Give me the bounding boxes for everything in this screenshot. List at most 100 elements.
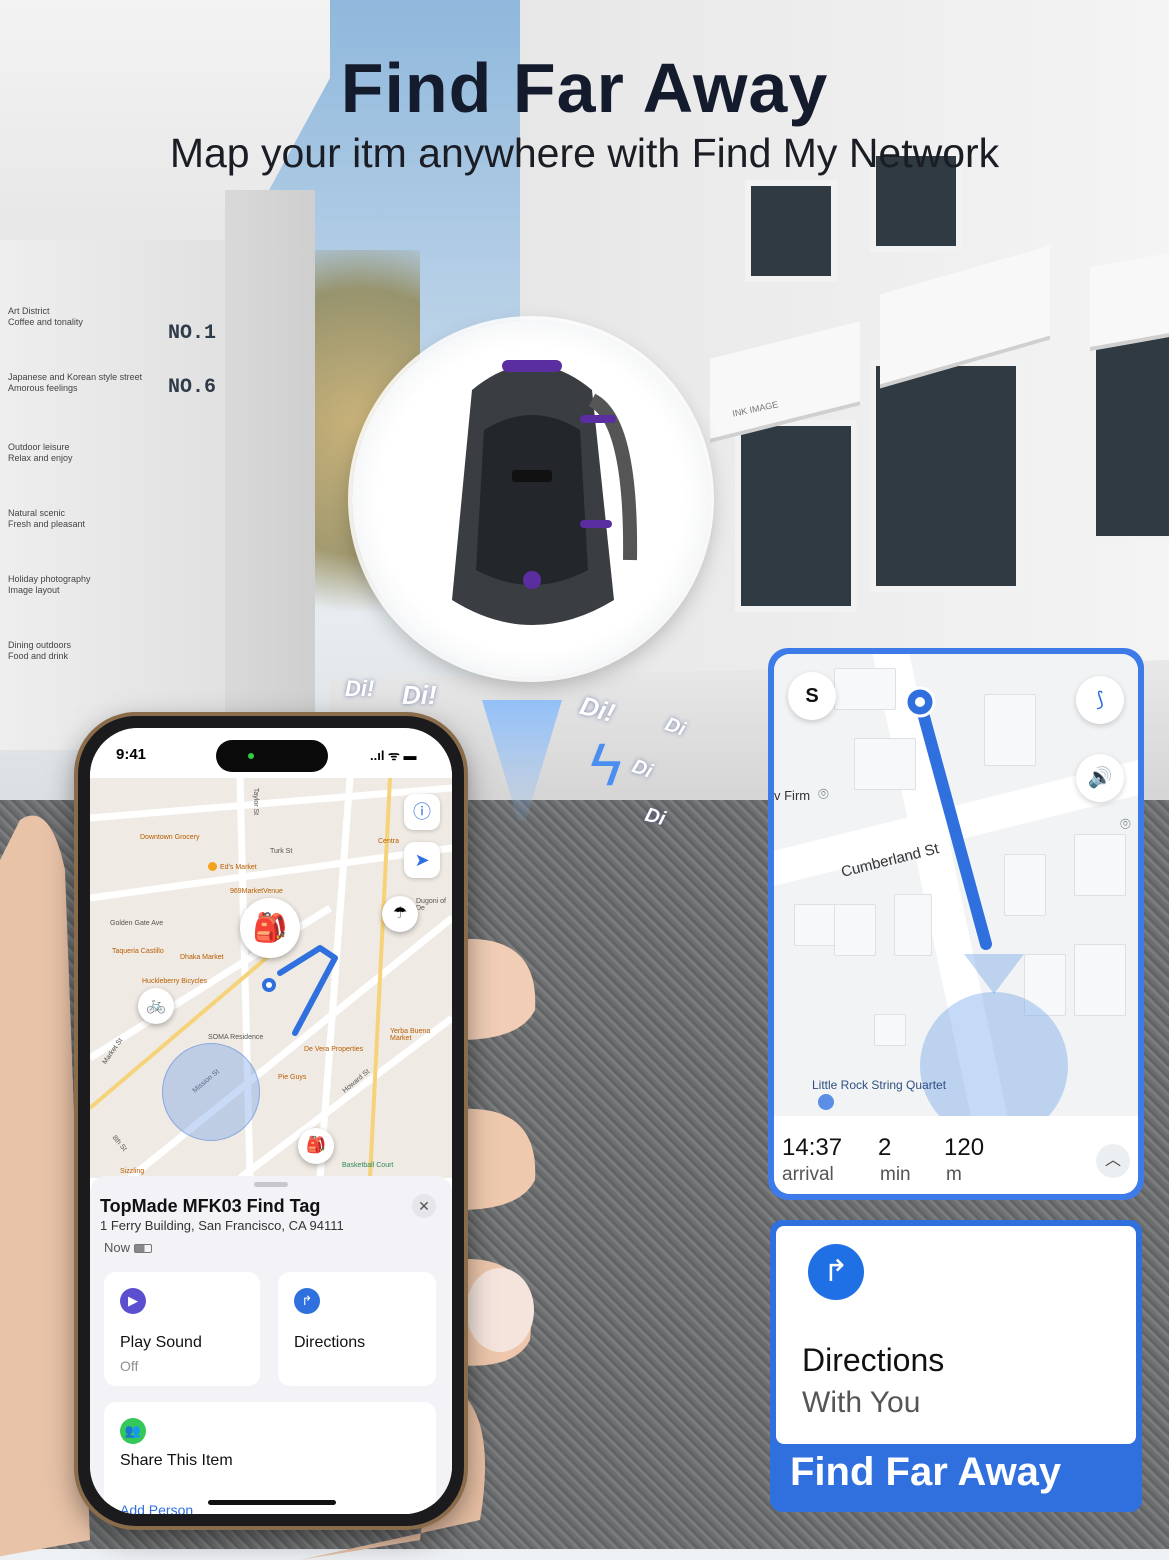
minutes-value: 2 [878, 1134, 892, 1161]
user-location-dot [262, 978, 276, 992]
directions-button[interactable]: ↱ Directions [278, 1272, 436, 1386]
location-arrow-button[interactable]: ➤ [404, 842, 440, 878]
item-name: TopMade MFK03 Find Tag [100, 1196, 321, 1216]
umbrella-icon: ☂ [382, 896, 418, 932]
navigation-panel-inner: S ⟆ 🔊 v Firm ⌾ ⌾ Cumberland St Little Ro… [774, 654, 1138, 1194]
home-indicator [208, 1500, 336, 1505]
wall-text: Dining outdoors Food and drink [8, 640, 72, 661]
find-my-map[interactable]: Taylor St Turk St Golden Gate Ave Market… [90, 778, 452, 1178]
poi-label: Sizzling [120, 1168, 145, 1175]
arrival-time: 14:37 [782, 1134, 843, 1161]
poi-label: Pie Guys [278, 1074, 307, 1081]
route-icon[interactable]: ⟆ [1076, 676, 1124, 724]
poi-label: Taqueria Castillo [112, 948, 164, 955]
street-label: Golden Gate Ave [110, 920, 164, 927]
map-pin-icon: ⌾ [1120, 814, 1131, 834]
close-icon[interactable]: ✕ [412, 1194, 436, 1218]
wall-text: Natural scenic Fresh and pleasant [8, 508, 86, 529]
building-window [735, 420, 857, 612]
poi-label: Little Rock String Quartet [812, 1078, 947, 1092]
awning [1090, 253, 1169, 351]
distance-value: 120 [944, 1134, 985, 1161]
poi-label: Dhaka Market [180, 954, 224, 961]
status-time: 9:41 [116, 746, 147, 763]
wall-text: Japanese and Korean style street Amorous… [8, 372, 143, 393]
backpack-icon [452, 360, 638, 625]
chevron-up-icon[interactable]: ︿ [1096, 1144, 1130, 1178]
page-subtitle: Map your itm anywhere with Find My Netwo… [169, 130, 1000, 176]
people-icon: 👥 [120, 1418, 146, 1444]
item-sheet: TopMade MFK03 Find Tag 1 Ferry Building,… [90, 1176, 452, 1514]
arrival-label: arrival [782, 1164, 834, 1185]
play-sound-label: Play Sound [120, 1334, 202, 1351]
add-person-link[interactable]: Add Person [120, 1502, 193, 1514]
wall-text: Art District Coffee and tonality [8, 306, 83, 327]
phone-device: 9:41 ..ıl ᯤ ▬ Taylor St Turk St Golden G… [78, 716, 464, 1526]
backpack-pin-icon[interactable]: 🎒 [240, 898, 300, 958]
directions-band-text: Find Far Away [790, 1450, 1062, 1494]
poi-label: Yerba Buena Market [390, 1028, 431, 1042]
wall-column [225, 190, 315, 750]
directions-label: Directions [294, 1334, 366, 1351]
directions-turn-icon: ↱ [808, 1244, 864, 1300]
sound-word: Di! [402, 680, 437, 710]
minutes-label: min [880, 1164, 911, 1185]
item-last-seen: Now [104, 1240, 153, 1255]
backpack-bubble [352, 320, 710, 678]
directions-title: Directions [802, 1342, 945, 1378]
lightning-icon: ϟ [590, 731, 622, 798]
play-sound-status: Off [120, 1358, 139, 1374]
poi-label: Downtown Grocery [140, 834, 200, 841]
compass-icon[interactable]: S [788, 672, 836, 720]
poi-pin-icon [818, 1094, 834, 1110]
battery-icon [134, 1244, 153, 1254]
building-window [1090, 330, 1169, 542]
play-icon: ▶ [120, 1288, 146, 1314]
signal-icons: ..ıl ᯤ ▬ [370, 748, 417, 763]
directions-card-body: ↱ Directions With You [776, 1226, 1136, 1444]
firm-label: v Firm [774, 788, 811, 803]
poi-label: Centra [378, 838, 400, 845]
poi-label: Dugoni of De [416, 898, 446, 912]
route-overlay [904, 686, 1068, 1116]
wall-text: Outdoor leisure Relax and enjoy [8, 442, 73, 463]
eta-bar: 14:37 arrival 2 min 120 m ︿ [774, 1116, 1138, 1194]
map-pin-icon: ⌾ [818, 784, 829, 804]
item-address: 1 Ferry Building, San Francisco, CA 9411… [100, 1218, 344, 1233]
dynamic-island [216, 740, 328, 772]
poi-pin [208, 862, 217, 871]
play-sound-button[interactable]: ▶ Play Sound Off [104, 1272, 260, 1386]
street-label: Taylor St [252, 787, 260, 816]
item-when-text: Now [104, 1240, 131, 1255]
poi-label: De Vera Properties [304, 1046, 364, 1053]
street-label: Turk St [270, 848, 293, 855]
distance-label: m [946, 1164, 962, 1185]
info-button[interactable]: ⓘ [404, 794, 440, 830]
share-item-label: Share This Item [120, 1452, 233, 1469]
sound-word: Di! [345, 676, 375, 701]
directions-card: ↱ Directions With You Find Far Away [770, 1220, 1142, 1512]
share-item-button[interactable]: 👥 Share This Item [104, 1402, 436, 1514]
sheet-grabber[interactable] [254, 1182, 288, 1187]
poi-label: 969MarketVenue [230, 888, 283, 895]
poi-label: Ed's Market [220, 864, 257, 871]
navigation-map[interactable]: S ⟆ 🔊 v Firm ⌾ ⌾ Cumberland St Little Ro… [774, 654, 1138, 1116]
directions-subtitle: With You [802, 1386, 921, 1419]
location-accuracy-circle [162, 1043, 260, 1141]
building-window [745, 180, 837, 282]
wall-number: NO.1 [168, 322, 217, 345]
bicycle-icon: 🚲 [138, 988, 174, 1024]
building-window [870, 360, 1022, 592]
bag-pin-icon[interactable]: 🎒 [298, 1128, 334, 1164]
status-bar: 9:41 ..ıl ᯤ ▬ [90, 728, 452, 778]
poi-label: Basketball Court [342, 1162, 394, 1169]
phone-screen: 9:41 ..ıl ᯤ ▬ Taylor St Turk St Golden G… [90, 728, 452, 1514]
navigation-panel: S ⟆ 🔊 v Firm ⌾ ⌾ Cumberland St Little Ro… [768, 648, 1144, 1200]
wall-number: NO.6 [168, 376, 217, 399]
poi-label: SOMA Residence [208, 1034, 264, 1041]
speaker-icon[interactable]: 🔊 [1076, 754, 1124, 802]
wall-text: Holiday photography Image layout [8, 574, 91, 595]
page-title: Find Far Away [340, 49, 829, 127]
poi-label: Huckleberry Bicycles [142, 978, 207, 985]
camera-dot [248, 753, 254, 759]
